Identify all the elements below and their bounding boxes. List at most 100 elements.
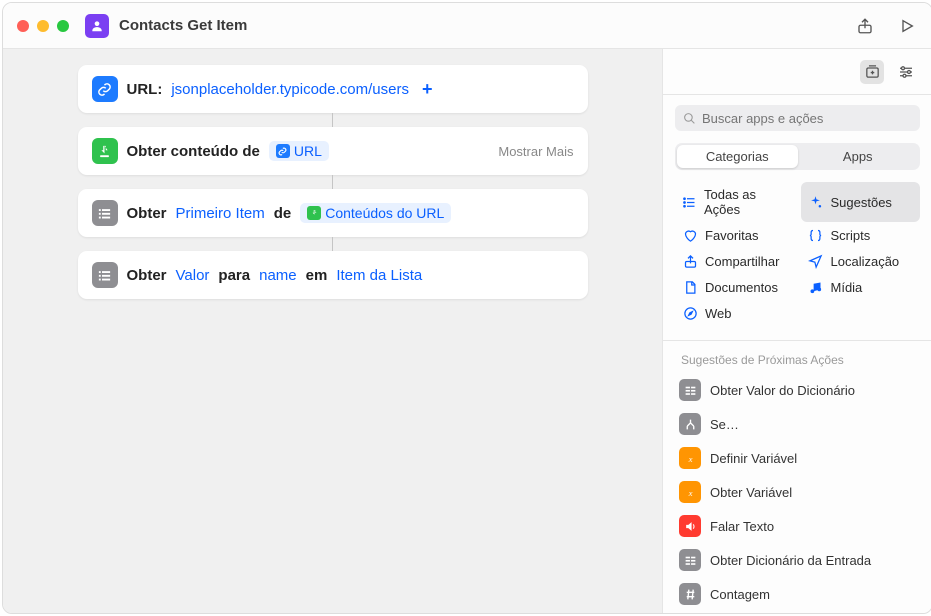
action-text: em <box>306 267 328 284</box>
action-text: para <box>218 267 250 284</box>
action-url[interactable]: URL: jsonplaceholder.typicode.com/users … <box>78 65 588 113</box>
hash-icon <box>679 583 701 605</box>
dict-icon <box>679 549 701 571</box>
heart-icon <box>682 227 698 243</box>
category-music[interactable]: Mídia <box>801 274 921 300</box>
action-label: URL: <box>127 81 163 98</box>
titlebar: Contacts Get Item <box>3 3 931 49</box>
var-icon: x <box>679 481 701 503</box>
window-title: Contacts Get Item <box>119 17 854 34</box>
app-window: Contacts Get Item URL: jsonplaceholder.t… <box>2 2 931 614</box>
close-window-button[interactable] <box>17 20 29 32</box>
separator <box>663 340 931 341</box>
action-text: Obter <box>127 267 167 284</box>
category-label: Favoritas <box>705 228 758 243</box>
pill-label: Conteúdos do URL <box>325 205 444 221</box>
category-safari[interactable]: Web <box>675 300 795 326</box>
category-share[interactable]: Compartilhar <box>675 248 795 274</box>
category-label: Todas as Ações <box>704 187 788 217</box>
download-icon <box>92 138 118 164</box>
category-label: Scripts <box>831 228 871 243</box>
contents-variable-pill[interactable]: Conteúdos do URL <box>300 203 451 223</box>
add-url-button[interactable]: + <box>418 79 437 100</box>
suggestion-item[interactable]: Obter Dicionário da Entrada <box>663 543 931 577</box>
suggestion-item[interactable]: Obter Valor do Dicionário <box>663 373 931 407</box>
action-get-value[interactable]: Obter Valor para name em Item da Lista <box>78 251 588 299</box>
link-icon <box>276 144 290 158</box>
svg-text:x: x <box>687 487 692 497</box>
list-icon <box>92 262 118 288</box>
segment-control: Categorias Apps <box>675 143 920 170</box>
sidebar-toolbar <box>663 49 931 95</box>
suggestion-item[interactable]: Falar Texto <box>663 509 931 543</box>
suggestion-label: Falar Texto <box>710 519 774 534</box>
action-get-contents[interactable]: Obter conteúdo de URL Mostrar Mais <box>78 127 588 175</box>
category-sparkle[interactable]: Sugestões <box>801 182 921 222</box>
tab-apps[interactable]: Apps <box>798 145 919 168</box>
connector <box>332 237 333 251</box>
speaker-icon <box>679 515 701 537</box>
library-button[interactable] <box>860 60 884 84</box>
suggestion-item[interactable]: Contagem <box>663 577 931 611</box>
category-list[interactable]: Todas as Ações <box>675 182 795 222</box>
zoom-window-button[interactable] <box>57 20 69 32</box>
action-text: Obter conteúdo de <box>127 143 260 160</box>
category-label: Compartilhar <box>705 254 779 269</box>
minimize-window-button[interactable] <box>37 20 49 32</box>
suggestion-item[interactable]: Se… <box>663 407 931 441</box>
pill-label: URL <box>294 143 322 159</box>
category-location[interactable]: Localização <box>801 248 921 274</box>
list-icon <box>92 200 118 226</box>
suggestion-item[interactable]: x Definir Variável <box>663 441 931 475</box>
workflow-canvas[interactable]: URL: jsonplaceholder.typicode.com/users … <box>3 49 662 613</box>
braces-icon <box>808 227 824 243</box>
item-type-token[interactable]: Primeiro Item <box>176 205 265 222</box>
content: URL: jsonplaceholder.typicode.com/users … <box>3 49 931 613</box>
location-icon <box>808 253 824 269</box>
branch-icon <box>679 413 701 435</box>
category-label: Localização <box>831 254 900 269</box>
safari-icon <box>682 305 698 321</box>
key-token[interactable]: name <box>259 267 297 284</box>
category-grid: Todas as Ações Sugestões Favoritas Scripts C… <box>663 180 931 336</box>
show-more-button[interactable]: Mostrar Mais <box>498 144 573 159</box>
svg-text:x: x <box>687 453 692 463</box>
suggestion-item[interactable]: x Obter Variável <box>663 475 931 509</box>
suggestions-list: Obter Valor do Dicionário Se… x Definir Var… <box>663 373 931 613</box>
category-doc[interactable]: Documentos <box>675 274 795 300</box>
run-button[interactable] <box>896 15 918 37</box>
var-icon: x <box>679 447 701 469</box>
suggestion-label: Contagem <box>710 587 770 602</box>
doc-icon <box>682 279 698 295</box>
suggestion-label: Obter Variável <box>710 485 792 500</box>
dict-icon <box>679 379 701 401</box>
source-token[interactable]: Item da Lista <box>336 267 422 284</box>
action-get-item[interactable]: Obter Primeiro Item de Conteúdos do URL <box>78 189 588 237</box>
category-label: Sugestões <box>831 195 892 210</box>
url-value[interactable]: jsonplaceholder.typicode.com/users <box>171 81 409 98</box>
value-token[interactable]: Valor <box>176 267 210 284</box>
suggestion-item[interactable]: Repetir com Cada <box>663 611 931 613</box>
settings-button[interactable] <box>894 60 918 84</box>
connector <box>332 175 333 189</box>
window-controls <box>17 20 69 32</box>
share-button[interactable] <box>854 15 876 37</box>
connector <box>332 113 333 127</box>
suggestions-header: Sugestões de Próximas Ações <box>663 345 931 373</box>
tab-categories[interactable]: Categorias <box>677 145 798 168</box>
sidebar: Categorias Apps Todas as Ações Sugestões F… <box>662 49 931 613</box>
search-icon <box>683 112 696 125</box>
category-heart[interactable]: Favoritas <box>675 222 795 248</box>
category-braces[interactable]: Scripts <box>801 222 921 248</box>
category-label: Documentos <box>705 280 778 295</box>
search-field[interactable] <box>675 105 920 131</box>
suggestion-label: Se… <box>710 417 739 432</box>
share-icon <box>682 253 698 269</box>
url-variable-pill[interactable]: URL <box>269 141 329 161</box>
suggestion-label: Obter Valor do Dicionário <box>710 383 855 398</box>
category-label: Web <box>705 306 732 321</box>
action-text: de <box>274 205 292 222</box>
category-label: Mídia <box>831 280 863 295</box>
search-input[interactable] <box>702 111 912 126</box>
suggestion-label: Definir Variável <box>710 451 797 466</box>
